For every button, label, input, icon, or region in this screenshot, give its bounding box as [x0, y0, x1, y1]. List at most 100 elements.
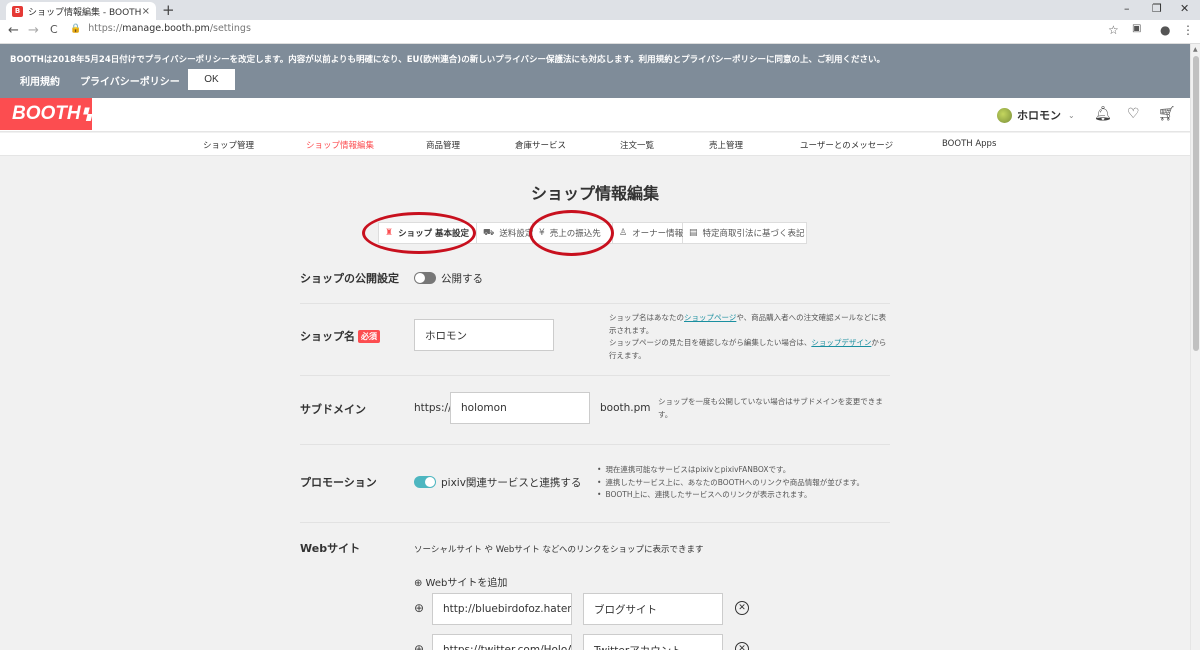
shop-name-label: ショップ名 必須 [300, 328, 380, 344]
booth-favicon-icon: B [12, 5, 23, 17]
help-text: ショップページの見た目を確認しながら編集したい場合は、 [609, 338, 812, 347]
logo-text: BOOTH [12, 103, 81, 124]
forward-icon[interactable]: → [28, 23, 39, 38]
site-header: BOOTH ▚ ホロモン ⌄ 🔔︎ ♡ 🛒︎ [0, 98, 1190, 132]
list-item: BOOTH上に、連携したサービスへのリンクが表示されます。 [597, 489, 864, 502]
website-name-input[interactable]: ブログサイト [583, 593, 723, 625]
nav-products[interactable]: 商品管理 [426, 139, 460, 151]
booth-logo[interactable]: BOOTH ▚ [0, 98, 92, 130]
help-text: ショップ名はあなたの [609, 313, 684, 322]
url-host: manage.booth.pm [122, 23, 210, 34]
tab-close-icon[interactable]: × [142, 6, 150, 17]
truck-icon: ⛟ [483, 227, 495, 238]
restore-icon[interactable]: ❐ [1152, 2, 1162, 15]
divider [300, 444, 890, 445]
globe-icon: ⊕ [414, 601, 425, 615]
url-path: /settings [209, 23, 251, 34]
public-toggle[interactable] [414, 272, 436, 284]
subdomain-suffix: booth.pm [600, 402, 651, 414]
website-url-input[interactable]: http://bluebirdofoz.hatenab [432, 593, 572, 625]
browser-tab-title: ショップ情報編集 - BOOTH [28, 7, 142, 18]
toggle-knob [425, 477, 435, 487]
public-setting-label: ショップの公開設定 [300, 272, 399, 285]
back-icon[interactable]: ← [8, 23, 19, 38]
promotion-bullets: 現在連携可能なサービスはpixivとpixivFANBOXです。 連携したサービ… [597, 464, 864, 502]
subdomain-label: サブドメイン [300, 403, 366, 416]
scroll-thumb[interactable] [1193, 56, 1199, 351]
bookmark-star-icon[interactable]: ☆ [1108, 23, 1119, 37]
list-item: 連携したサービス上に、あなたのBOOTHへのリンクや商品情報が並びます。 [597, 477, 864, 490]
add-website-button[interactable]: ⊕ Webサイトを追加 [414, 574, 507, 589]
website-name-input[interactable]: Twitterアカウント [583, 634, 723, 650]
tab-owner[interactable]: ♙ オーナー情報 [613, 223, 683, 243]
nav-orders[interactable]: 注文一覧 [620, 139, 654, 151]
scroll-up-icon[interactable]: ▲ [1193, 46, 1198, 53]
website-url-input[interactable]: https://twitter.com/HoloAdv [432, 634, 572, 650]
lock-icon: 🔒 [70, 23, 82, 34]
tab-label: 特定商取引法に基づく表記 [702, 229, 805, 239]
url-field[interactable]: 🔒 https://manage.booth.pm/settings [70, 23, 251, 34]
page-title: ショップ情報編集 [530, 184, 659, 203]
terms-link[interactable]: 利用規約 [20, 73, 60, 88]
tab-legal[interactable]: ▤ 特定商取引法に基づく表記 [683, 223, 806, 243]
privacy-notice-banner: BOOTHは2018年5月24日付けでプライバシーポリシーを改定します。内容が以… [0, 44, 1190, 98]
notification-bell-icon[interactable]: 🔔︎ [1094, 106, 1112, 122]
extension-icon[interactable]: ▣ [1132, 23, 1141, 34]
logo-mascot-icon: ▚ [82, 108, 92, 121]
heart-icon[interactable]: ♡ [1127, 106, 1140, 122]
tab-shipping[interactable]: ⛟ 送料設定 [477, 223, 533, 243]
promotion-toggle[interactable] [414, 476, 436, 488]
privacy-policy-link[interactable]: プライバシーポリシー [80, 73, 180, 88]
tab-label: オーナー情報 [632, 229, 684, 239]
shop-name-help: ショップ名はあなたのショップページや、商品購入者への注文確認メールなどに表示され… [609, 312, 889, 362]
nav-booth-apps[interactable]: BOOTH Apps [942, 139, 996, 149]
cart-icon[interactable]: 🛒︎ [1158, 106, 1176, 122]
nav-warehouse[interactable]: 倉庫サービス [515, 139, 566, 151]
promotion-toggle-label: pixiv関連サービスと連携する [441, 477, 582, 489]
nav-messages[interactable]: ユーザーとのメッセージ [800, 139, 893, 151]
document-icon: ▤ [689, 228, 698, 238]
page-scrollbar[interactable]: ▲ [1190, 44, 1200, 650]
notice-ok-button[interactable]: OK [188, 69, 235, 90]
address-bar: ← → C 🔒 https://manage.booth.pm/settings… [0, 20, 1200, 44]
website-label: Webサイト [300, 542, 361, 555]
shop-name-label-text: ショップ名 [300, 330, 355, 343]
globe-icon: ⊕ [414, 642, 425, 650]
annotation-circle-payout [529, 210, 614, 256]
divider [300, 375, 890, 376]
annotation-circle-basic [362, 212, 476, 254]
divider [300, 522, 890, 523]
window-close-icon[interactable]: ✕ [1180, 2, 1189, 15]
new-tab-icon[interactable]: + [162, 1, 175, 19]
url-prefix: https:// [88, 23, 123, 34]
toggle-knob [415, 273, 425, 283]
user-name: ホロモン [1017, 109, 1061, 122]
user-menu[interactable]: ホロモン ⌄ [997, 107, 1075, 123]
website-description: ソーシャルサイト や Webサイト などへのリンクをショップに表示できます [414, 545, 704, 555]
shop-design-link[interactable]: ショップデザイン [811, 338, 871, 347]
remove-link-icon[interactable]: ✕ [735, 642, 749, 650]
shop-name-input[interactable]: ホロモン [414, 319, 554, 351]
account-icon[interactable]: ● [1160, 23, 1170, 37]
browser-tab[interactable]: B ショップ情報編集 - BOOTH × [6, 2, 156, 20]
person-icon: ♙ [619, 228, 628, 238]
subdomain-input[interactable]: holomon [450, 392, 590, 424]
nav-shop-edit[interactable]: ショップ情報編集 [306, 139, 374, 151]
subdomain-help: ショップを一度も公開していない場合はサブドメインを変更できます。 [658, 397, 883, 419]
browser-tab-bar: B ショップ情報編集 - BOOTH × + – ❐ ✕ [0, 0, 1200, 20]
notice-text: BOOTHは2018年5月24日付けでプライバシーポリシーを改定します。内容が以… [10, 55, 886, 65]
shop-page-link[interactable]: ショップページ [684, 313, 736, 322]
list-item: 現在連携可能なサービスはpixivとpixivFANBOXです。 [597, 464, 864, 477]
chevron-down-icon: ⌄ [1068, 110, 1075, 120]
required-badge: 必須 [358, 329, 380, 343]
avatar [997, 107, 1012, 123]
promotion-label: プロモーション [300, 476, 377, 489]
divider [300, 303, 890, 304]
nav-shop-manage[interactable]: ショップ管理 [203, 139, 254, 151]
remove-link-icon[interactable]: ✕ [735, 601, 749, 615]
minimize-icon[interactable]: – [1124, 2, 1130, 15]
nav-sales[interactable]: 売上管理 [709, 139, 743, 151]
menu-icon[interactable]: ⋮ [1182, 23, 1194, 37]
reload-icon[interactable]: C [50, 23, 58, 36]
subdomain-prefix: https:// [414, 402, 452, 414]
